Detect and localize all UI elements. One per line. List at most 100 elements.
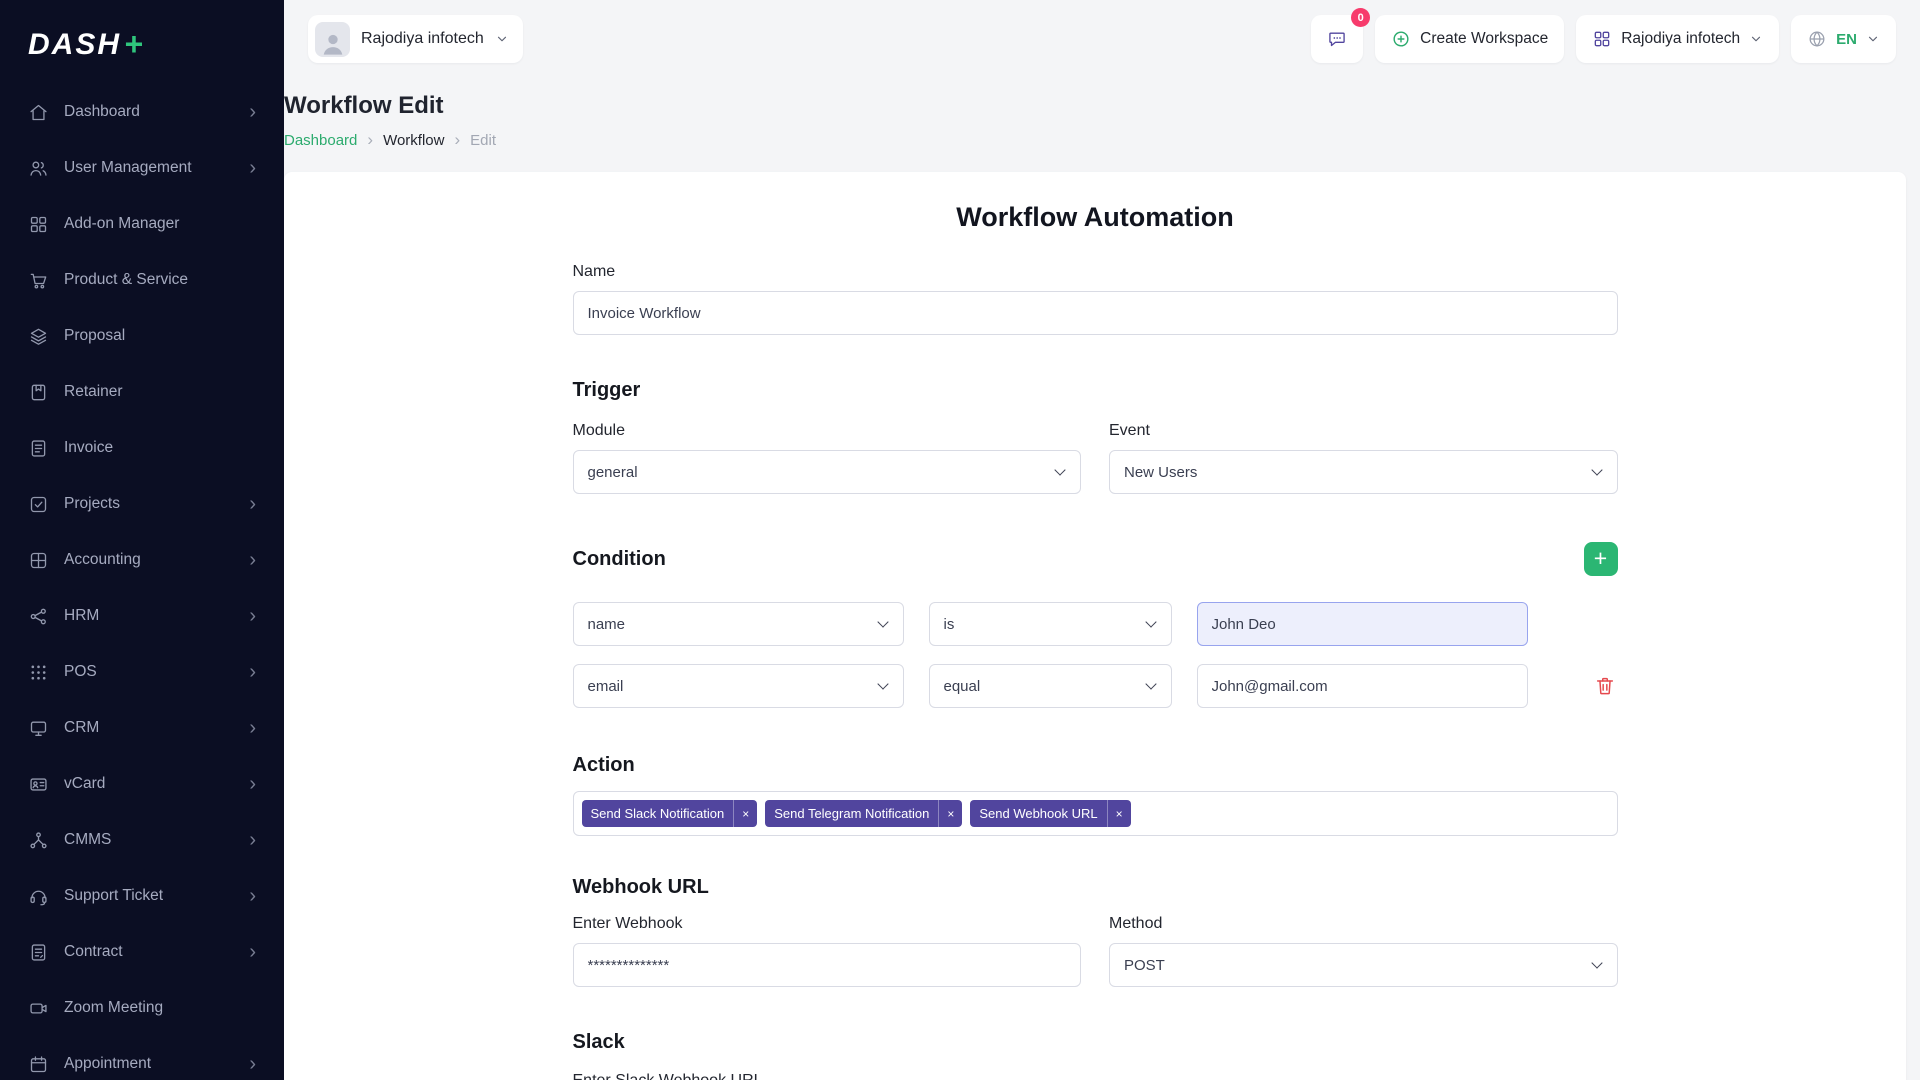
enter-webhook-label: Enter Webhook xyxy=(573,915,1082,933)
condition-field-select[interactable]: name xyxy=(573,602,904,646)
workspace-switcher[interactable]: Rajodiya infotech xyxy=(308,15,523,63)
condition-header: Condition + xyxy=(573,542,1618,576)
page-title: Workflow Edit xyxy=(284,92,1906,120)
pos-dots-icon xyxy=(28,662,49,683)
topbar-actions: 0 Create Workspace Rajodiya infotech xyxy=(1311,15,1896,63)
breadcrumb-workflow: Workflow xyxy=(383,132,444,149)
slack-webhook-label: Enter Slack Webhook URL xyxy=(573,1072,1618,1080)
sidebar-item-add-on-manager[interactable]: Add-on Manager › xyxy=(16,201,268,247)
action-tags-input[interactable]: Send Slack Notification × Send Telegram … xyxy=(573,791,1618,836)
breadcrumb-separator-icon: › xyxy=(367,130,373,150)
event-select-wrap: New Users xyxy=(1109,450,1618,494)
sidebar-item-cmms[interactable]: CMMS › xyxy=(16,817,268,863)
module-select-wrap: general xyxy=(573,450,1082,494)
event-select[interactable]: New Users xyxy=(1109,450,1618,494)
workflow-card: Workflow Automation Name Trigger Module … xyxy=(284,172,1906,1080)
topbar: Rajodiya infotech 0 Create Workspace xyxy=(284,0,1920,78)
brand-logo-text: DASH xyxy=(28,28,121,62)
sidebar-item-proposal[interactable]: Proposal › xyxy=(16,313,268,359)
chevron-right-icon: › xyxy=(249,102,256,122)
sidebar-item-dashboard[interactable]: Dashboard › xyxy=(16,89,268,135)
chevron-right-icon: › xyxy=(249,774,256,794)
workflow-name-input[interactable] xyxy=(573,291,1618,335)
home-icon xyxy=(28,102,49,123)
workflow-form: Name Trigger Module general Event New Us… xyxy=(573,263,1618,1080)
messages-button[interactable]: 0 xyxy=(1311,15,1363,63)
name-label: Name xyxy=(573,263,1618,281)
workspace-grid-icon xyxy=(1592,29,1612,49)
sidebar-item-vcard[interactable]: vCard › xyxy=(16,761,268,807)
zoom-video-icon xyxy=(28,998,49,1019)
chevron-down-icon xyxy=(495,32,509,46)
language-code: EN xyxy=(1836,31,1857,48)
sidebar-item-support-ticket[interactable]: Support Ticket › xyxy=(16,873,268,919)
language-selector[interactable]: EN xyxy=(1791,15,1896,63)
chevron-right-icon: › xyxy=(249,1054,256,1074)
cart-icon xyxy=(28,270,49,291)
method-label: Method xyxy=(1109,915,1618,933)
account-name: Rajodiya infotech xyxy=(1621,30,1740,48)
chevron-right-icon: › xyxy=(249,718,256,738)
crm-monitor-icon xyxy=(28,718,49,739)
contract-file-icon xyxy=(28,942,49,963)
condition-heading: Condition xyxy=(573,548,666,571)
create-workspace-label: Create Workspace xyxy=(1420,30,1548,48)
sidebar-item-product-service[interactable]: Product & Service › xyxy=(16,257,268,303)
globe-icon xyxy=(1807,29,1827,49)
addon-grid-icon xyxy=(28,214,49,235)
cmms-nodes-icon xyxy=(28,830,49,851)
accounting-grid-icon xyxy=(28,550,49,571)
invoice-file-icon xyxy=(28,438,49,459)
breadcrumb-edit: Edit xyxy=(470,132,496,149)
breadcrumb-dashboard[interactable]: Dashboard xyxy=(284,132,357,149)
trigger-grid: Module general Event New Users xyxy=(573,422,1618,494)
delete-condition-button[interactable] xyxy=(1592,673,1618,699)
webhook-url-input[interactable] xyxy=(573,943,1082,987)
condition-rows: name is email equal xyxy=(573,602,1618,708)
condition-operator-select[interactable]: is xyxy=(929,602,1172,646)
action-tag: Send Webhook URL × xyxy=(970,800,1130,827)
condition-value-input[interactable] xyxy=(1197,664,1528,708)
sidebar-item-contract[interactable]: Contract › xyxy=(16,929,268,975)
remove-tag-button[interactable]: × xyxy=(733,800,757,827)
trigger-heading: Trigger xyxy=(573,379,1618,402)
chevron-right-icon: › xyxy=(249,158,256,178)
layers-icon xyxy=(28,326,49,347)
workspace-name: Rajodiya infotech xyxy=(361,30,484,48)
account-menu-button[interactable]: Rajodiya infotech xyxy=(1576,15,1779,63)
chevron-right-icon: › xyxy=(249,606,256,626)
brand-logo[interactable]: DASH+ xyxy=(0,22,284,87)
sidebar-item-retainer[interactable]: Retainer › xyxy=(16,369,268,415)
messages-count-badge: 0 xyxy=(1351,8,1370,27)
condition-operator-select[interactable]: equal xyxy=(929,664,1172,708)
chevron-right-icon: › xyxy=(249,550,256,570)
sidebar-item-user-management[interactable]: User Management › xyxy=(16,145,268,191)
support-headset-icon xyxy=(28,886,49,907)
sidebar-item-accounting[interactable]: Accounting › xyxy=(16,537,268,583)
chevron-right-icon: › xyxy=(249,942,256,962)
sidebar-item-projects[interactable]: Projects › xyxy=(16,481,268,527)
card-title: Workflow Automation xyxy=(284,202,1906,233)
sidebar-item-hrm[interactable]: HRM › xyxy=(16,593,268,639)
breadcrumb-separator-icon: › xyxy=(454,130,460,150)
appointment-calendar-icon xyxy=(28,1054,49,1075)
sidebar-item-invoice[interactable]: Invoice › xyxy=(16,425,268,471)
slack-heading: Slack xyxy=(573,1031,1618,1054)
sidebar-item-pos[interactable]: POS › xyxy=(16,649,268,695)
remove-tag-button[interactable]: × xyxy=(938,800,962,827)
plus-circle-icon xyxy=(1391,29,1411,49)
chevron-right-icon: › xyxy=(249,494,256,514)
action-tag: Send Slack Notification × xyxy=(582,800,758,827)
add-condition-button[interactable]: + xyxy=(1584,542,1618,576)
method-select[interactable]: POST xyxy=(1109,943,1618,987)
create-workspace-button[interactable]: Create Workspace xyxy=(1375,15,1564,63)
sidebar-item-appointment[interactable]: Appointment › xyxy=(16,1041,268,1080)
method-select-wrap: POST xyxy=(1109,943,1618,987)
condition-field-select[interactable]: email xyxy=(573,664,904,708)
remove-tag-button[interactable]: × xyxy=(1107,800,1131,827)
sidebar-item-crm[interactable]: CRM › xyxy=(16,705,268,751)
module-select[interactable]: general xyxy=(573,450,1082,494)
webhook-heading: Webhook URL xyxy=(573,876,1618,899)
condition-value-input[interactable] xyxy=(1197,602,1528,646)
sidebar-item-zoom-meeting[interactable]: Zoom Meeting › xyxy=(16,985,268,1031)
